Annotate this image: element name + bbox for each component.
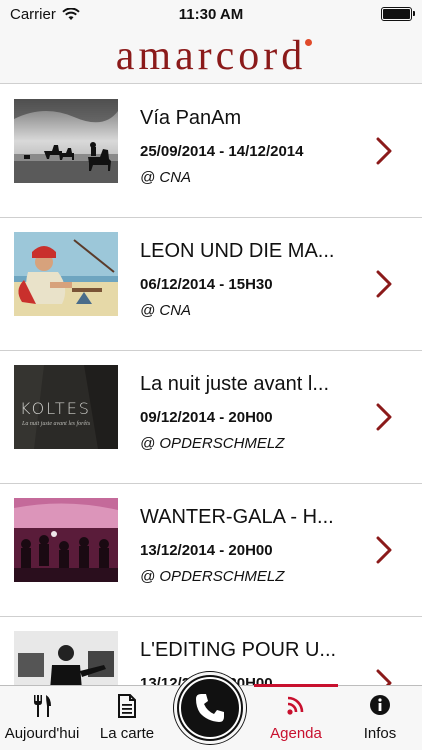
speaker-photo-icon	[14, 631, 118, 685]
event-title: Vía PanAm	[140, 107, 242, 129]
logo-dot-icon	[304, 39, 312, 46]
tab-label: Aujourd'hui	[4, 725, 80, 742]
event-venue: @ CNA	[140, 169, 192, 186]
chevron-right-icon	[376, 137, 392, 165]
info-icon	[370, 695, 390, 715]
tab-label: Infos	[363, 725, 397, 742]
phone-icon	[196, 694, 224, 722]
event-date: 09/12/2014 - 20H00	[140, 409, 273, 426]
koltes-poster-icon: KOLTES La nuit juste avant les forêts	[14, 365, 118, 449]
event-title: La nuit juste avant l...	[140, 373, 330, 395]
call-button-ring	[179, 677, 241, 739]
event-venue: @ OPDERSCHMELZ	[140, 568, 285, 585]
event-list[interactable]: Vía PanAm 25/09/2014 - 14/12/2014 @ CNA …	[0, 85, 422, 685]
tab-infos[interactable]: Infos	[344, 686, 416, 750]
tab-agenda[interactable]: Agenda	[254, 686, 338, 750]
event-title: L'EDITING POUR U...	[140, 639, 337, 661]
tab-aujourdhui[interactable]: Aujourd'hui	[0, 686, 84, 750]
event-date: 13/12/2014 - 20H00	[140, 542, 273, 559]
chevron-right-icon	[376, 270, 392, 298]
logo-text: amarcord	[115, 33, 307, 79]
event-row[interactable]: KOLTES La nuit juste avant les forêts La…	[0, 351, 422, 484]
event-venue: @ OPDERSCHMELZ	[140, 435, 285, 452]
event-venue: @ CNA	[140, 302, 192, 319]
clock: 11:30 AM	[178, 6, 244, 23]
event-row[interactable]: Vía PanAm 25/09/2014 - 14/12/2014 @ CNA	[0, 85, 422, 218]
call-button[interactable]	[174, 672, 246, 744]
illustration-icon	[14, 232, 118, 316]
photo-horses-icon	[14, 99, 118, 183]
chevron-right-icon	[376, 669, 392, 685]
event-date: 25/09/2014 - 14/12/2014	[140, 143, 304, 160]
tab-la-carte[interactable]: La carte	[88, 686, 166, 750]
battery-icon	[381, 7, 415, 21]
event-row[interactable]: LEON UND DIE MA... 06/12/2014 - 15H30 @ …	[0, 218, 422, 351]
event-title: WANTER-GALA - H...	[140, 506, 334, 528]
app-logo: amarcord	[115, 28, 312, 84]
poster-title: KOLTES	[20, 399, 91, 418]
rss-icon	[287, 696, 304, 715]
document-icon	[118, 694, 136, 718]
poster-subtitle: La nuit juste avant les forêts	[22, 421, 91, 427]
chevron-right-icon	[376, 536, 392, 564]
tab-label: Agenda	[270, 725, 322, 742]
status-bar: Carrier 11:30 AM	[0, 0, 422, 28]
event-title: LEON UND DIE MA...	[140, 240, 335, 262]
fork-knife-icon	[34, 695, 51, 717]
chevron-right-icon	[376, 403, 392, 431]
concert-photo-icon	[14, 498, 118, 582]
tab-label: La carte	[99, 725, 155, 742]
app-header: amarcord	[0, 28, 422, 84]
event-row[interactable]: WANTER-GALA - H... 13/12/2014 - 20H00 @ …	[0, 484, 422, 617]
event-date: 06/12/2014 - 15H30	[140, 276, 273, 293]
